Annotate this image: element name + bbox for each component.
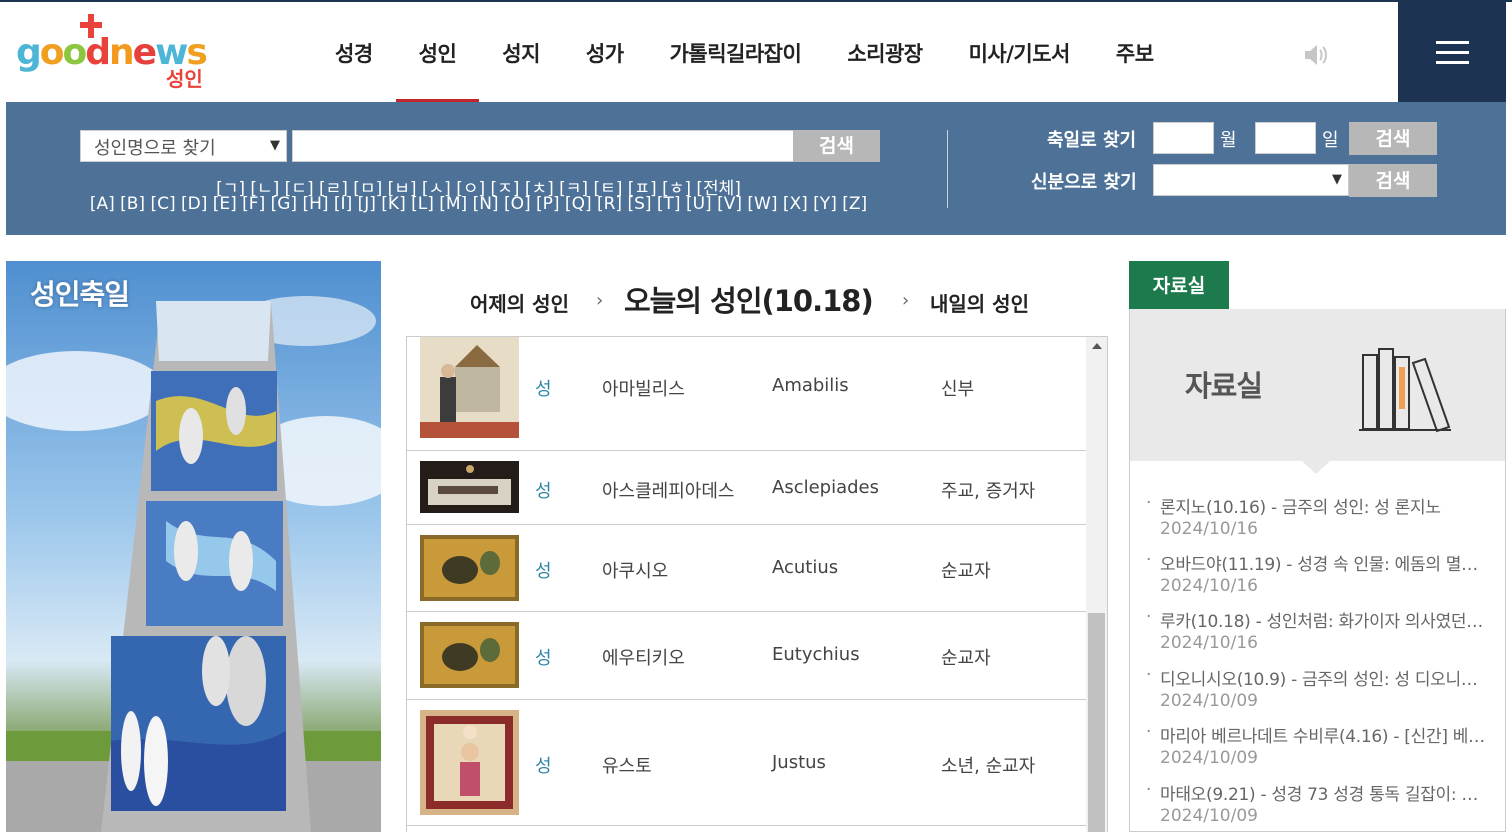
news-title[interactable]: 론지노(10.16) - 금주의 성인: 성 론지노 (1146, 493, 1496, 518)
next-day-link[interactable]: 내일의 성인 (930, 288, 1029, 317)
news-title[interactable]: 디오니시오(10.9) - 금주의 성인: 성 디오니… (1146, 665, 1496, 690)
list-item[interactable]: 오바드야(11.19) - 성경 속 인물: 에돔의 멸… 2024/10/16 (1146, 550, 1496, 596)
chevron-right-icon: › (902, 290, 910, 311)
resources-banner[interactable]: 자료실 (1130, 309, 1505, 461)
saint-name-ko[interactable]: 에우티키오 (602, 644, 685, 670)
month-label: 월 (1220, 130, 1237, 151)
news-title[interactable]: 마태오(9.21) - 성경 73 성경 통독 길잡이: … (1146, 780, 1496, 805)
scrollbar-thumb[interactable] (1088, 613, 1105, 832)
table-row[interactable]: 성 에우티키오 Eutychius 순교자 (407, 612, 1087, 700)
saint-name-ko[interactable]: 유스토 (602, 752, 652, 778)
saint-role: 소년, 순교자 (941, 756, 1036, 777)
table-row[interactable]: 성 유스토 Justus 소년, 순교자 (407, 700, 1087, 826)
list-item[interactable]: 론지노(10.16) - 금주의 성인: 성 론지노 2024/10/16 (1146, 493, 1496, 539)
list-item[interactable]: 마리아 베르나데트 수비루(4.16) - [신간] 베… 2024/10/09 (1146, 722, 1496, 768)
table-row[interactable]: 성 아스클레피아데스 Asclepiades 주교, 증거자 (407, 451, 1087, 525)
saint-role: 순교자 (941, 561, 991, 582)
day-label: 일 (1322, 130, 1339, 151)
search-type-value: 성인명으로 찾기 (94, 138, 216, 159)
news-title[interactable]: 루카(10.18) - 성인처럼: 화가이자 의사였던… (1146, 607, 1496, 632)
table-row[interactable]: 성 아마빌리스 Amabilis 신부 (407, 337, 1087, 451)
status-select[interactable]: ▼ (1153, 164, 1349, 196)
site-header: goodnews 성인 성경 성인 성지 성가 가톨릭길라잡이 소리광장 미사/… (0, 0, 1512, 102)
feast-label: 축일로 찾기 (1047, 130, 1137, 151)
resources-banner-title: 자료실 (1185, 369, 1263, 403)
saint-name-en: Justus (772, 752, 826, 773)
speaker-icon[interactable] (1302, 42, 1330, 68)
nav-holy-places[interactable]: 성지 (479, 2, 563, 102)
books-icon (1359, 348, 1451, 433)
news-date: 2024/10/16 (1160, 576, 1258, 596)
saint-thumbnail[interactable] (420, 622, 519, 688)
saint-name-en: Asclepiades (772, 477, 879, 498)
news-title[interactable]: 마리아 베르나데트 수비루(4.16) - [신간] 베… (1146, 722, 1496, 747)
saint-name-ko[interactable]: 아쿠시오 (602, 557, 668, 583)
saint-name-en: Eutychius (772, 644, 860, 665)
saint-name-ko[interactable]: 아마빌리스 (602, 375, 685, 401)
saint-thumbnail[interactable] (420, 535, 519, 601)
alphabet-index[interactable]: [A] [B] [C] [D] [E] [F] [G] [H] [I] [J] … (6, 194, 951, 214)
prev-day-link[interactable]: 어제의 성인 (470, 288, 569, 317)
feast-feature-image[interactable]: 성인축일 (6, 261, 381, 832)
saint-thumbnail[interactable] (420, 710, 519, 815)
hamburger-menu-icon[interactable] (1398, 2, 1506, 102)
status-label: 신분으로 찾기 (1031, 172, 1137, 193)
saint-thumbnail[interactable] (420, 461, 519, 513)
search-type-select[interactable]: 성인명으로 찾기 ▼ (80, 130, 287, 162)
news-date: 2024/10/09 (1160, 691, 1258, 711)
saint-prefix[interactable]: 성 (535, 644, 552, 670)
news-title[interactable]: 오바드야(11.19) - 성경 속 인물: 에돔의 멸… (1146, 550, 1496, 575)
saint-role: 주교, 증거자 (941, 481, 1036, 502)
news-date: 2024/10/09 (1160, 748, 1258, 768)
resources-tab[interactable]: 자료실 (1129, 261, 1229, 309)
current-day-title: 오늘의 성인(10.18) (624, 284, 874, 318)
banner-notch (1302, 461, 1330, 474)
nav-mass-prayer[interactable]: 미사/기도서 (946, 2, 1093, 102)
nav-hymns[interactable]: 성가 (563, 2, 647, 102)
saint-name-ko[interactable]: 아스클레피아데스 (602, 477, 734, 503)
nav-audio-plaza[interactable]: 소리광장 (824, 2, 945, 102)
saints-list: 성 아마빌리스 Amabilis 신부 성 아스클레피아데스 Asclepiad… (406, 336, 1108, 832)
main-nav: 성경 성인 성지 성가 가톨릭길라잡이 소리광장 미사/기도서 주보 (312, 2, 1177, 102)
saint-name-en: Amabilis (772, 375, 849, 396)
nav-bible[interactable]: 성경 (312, 2, 396, 102)
chevron-right-icon: › (596, 290, 604, 311)
goodnews-logo[interactable]: goodnews 성인 (16, 12, 216, 92)
resources-sidebar: 자료실 자료실 론지노(10.16) - 금주의 성인: 성 론지노 2024/… (1129, 261, 1506, 832)
saint-role: 순교자 (941, 648, 991, 669)
list-scrollbar[interactable] (1086, 337, 1107, 832)
saint-thumbnail[interactable] (420, 337, 519, 438)
search-panel: 성인명으로 찾기 ▼ 검색 [ㄱ] [ㄴ] [ㄷ] [ㄹ] [ㅁ] [ㅂ] [ㅅ… (6, 102, 1506, 235)
list-item[interactable]: 디오니시오(10.9) - 금주의 성인: 성 디오니… 2024/10/09 (1146, 665, 1496, 711)
list-item[interactable]: 마태오(9.21) - 성경 73 성경 통독 길잡이: … 2024/10/0… (1146, 780, 1496, 826)
status-search-button[interactable]: 검색 (1349, 164, 1437, 197)
search-input[interactable] (292, 130, 794, 162)
nav-saints[interactable]: 성인 (395, 2, 480, 102)
feast-month-input[interactable] (1153, 122, 1214, 154)
saint-prefix[interactable]: 성 (535, 477, 552, 503)
scroll-up-icon[interactable] (1092, 343, 1102, 349)
saint-prefix[interactable]: 성 (535, 557, 552, 583)
chevron-down-icon: ▼ (270, 138, 280, 153)
news-date: 2024/10/16 (1160, 519, 1258, 539)
saint-role: 신부 (941, 379, 975, 400)
news-date: 2024/10/09 (1160, 806, 1258, 826)
nav-catholic-guide[interactable]: 가톨릭길라잡이 (647, 2, 825, 102)
search-button[interactable]: 검색 (793, 130, 880, 162)
list-item[interactable]: 루카(10.18) - 성인처럼: 화가이자 의사였던… 2024/10/16 (1146, 607, 1496, 653)
day-navigation: 어제의 성인 › 오늘의 성인(10.18) › 내일의 성인 (406, 278, 1108, 322)
saint-prefix[interactable]: 성 (535, 752, 552, 778)
feature-title: 성인축일 (30, 278, 130, 311)
feast-day-input[interactable] (1255, 122, 1316, 154)
table-row[interactable]: 성 아쿠시오 Acutius 순교자 (407, 525, 1087, 612)
nav-bulletin[interactable]: 주보 (1093, 2, 1177, 102)
chevron-down-icon: ▼ (1332, 172, 1342, 187)
feast-search-button[interactable]: 검색 (1349, 122, 1437, 155)
saint-prefix[interactable]: 성 (535, 375, 552, 401)
saint-name-en: Acutius (772, 557, 839, 578)
search-divider (947, 130, 948, 208)
news-date: 2024/10/16 (1160, 633, 1258, 653)
logo-subtitle: 성인 (166, 67, 203, 91)
